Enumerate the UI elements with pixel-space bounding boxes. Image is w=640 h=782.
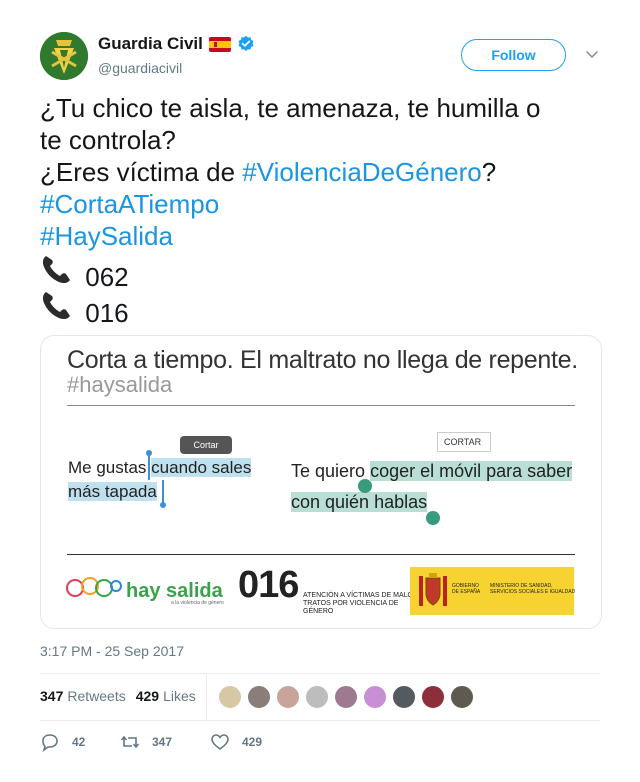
media-number-016: 016 (238, 564, 299, 606)
chevron-down-icon[interactable] (585, 48, 599, 62)
retweet-count: 347 (152, 735, 173, 749)
tweet-header: Guardia Civil @guardiacivil Follow (40, 32, 600, 82)
tweet-media-image[interactable]: Corta a tiempo. El maltrato no llega de … (40, 335, 602, 629)
spain-flag-icon (208, 36, 231, 52)
retweet-icon (120, 735, 140, 749)
telephone-receiver-icon (42, 256, 70, 284)
reply-button[interactable]: 42 (40, 732, 120, 752)
liker-avatar[interactable] (247, 685, 271, 709)
hashtag-hay-salida[interactable]: #HaySalida (40, 221, 173, 251)
reply-icon (42, 734, 58, 752)
tweet-line-5: #HaySalida (40, 220, 600, 252)
display-name[interactable]: Guardia Civil (98, 34, 203, 54)
stats-separator (206, 674, 207, 720)
likes-stat[interactable]: 429 Likes (136, 688, 196, 704)
stats-bottom-divider (40, 720, 600, 721)
spain-coat-of-arms-icon (419, 573, 447, 606)
tweet-timestamp[interactable]: 3:17 PM - 25 Sep 2017 (40, 643, 184, 659)
name-row: Guardia Civil (98, 34, 255, 54)
liker-avatar[interactable] (450, 685, 474, 709)
retweet-button[interactable]: 347 (120, 732, 210, 752)
hay-salida-logo-icon (66, 577, 122, 597)
phone-line-016: 016 (40, 288, 600, 328)
retweets-label: Retweets (67, 688, 126, 704)
heart-icon (211, 734, 229, 751)
like-count: 429 (242, 735, 263, 749)
hashtag-corta-a-tiempo[interactable]: #CortaATiempo (40, 189, 219, 219)
tweet-text: ¿Tu chico te aisla, te amenaza, te humil… (40, 92, 600, 328)
tweet-stats: 347 Retweets 429 Likes (40, 688, 206, 704)
example-1-prefix: Me gustas (68, 458, 152, 477)
reply-count: 42 (72, 735, 86, 749)
media-title: Corta a tiempo. El maltrato no llega de … (67, 346, 578, 374)
retweets-count: 347 (40, 688, 64, 704)
media-cortar-menu: CORTAR (437, 432, 491, 452)
avatar[interactable] (40, 32, 88, 80)
liker-avatar[interactable] (305, 685, 329, 709)
government-text-1: GOBIERNO DE ESPAÑA (452, 583, 481, 595)
liker-avatar[interactable] (363, 685, 387, 709)
hay-salida-sub: a la violencia de género (171, 600, 224, 606)
example-1-highlight-1: cuando sales (151, 458, 252, 477)
likes-label: Likes (163, 688, 196, 704)
guardia-civil-emblem-icon (40, 32, 88, 80)
phone-line-062: 062 (40, 252, 600, 292)
tweet-line-3-prefix: ¿Eres víctima de (40, 157, 243, 187)
selection-handles-icon (358, 479, 440, 525)
media-divider (67, 405, 575, 406)
government-text-2: MINISTERIO DE SANIDAD, SERVICIOS SOCIALE… (490, 583, 576, 595)
media-footer-divider (67, 554, 575, 555)
verified-badge-icon (238, 35, 254, 52)
tweet-line-3-suffix: ? (481, 157, 497, 187)
like-button[interactable]: 429 (210, 732, 262, 752)
tweet-line-3: ¿Eres víctima de #ViolenciaDeGénero? (40, 156, 600, 188)
phone-number-016: 016 (85, 298, 129, 328)
liker-avatar[interactable] (218, 685, 242, 709)
tweet-actions: 42 347 429 (40, 732, 262, 752)
follow-button[interactable]: Follow (461, 39, 566, 71)
media-number-016-desc: ATENCIÓN A VÍCTIMAS DE MALOS TRATOS POR … (303, 592, 418, 615)
telephone-receiver-icon (42, 292, 70, 320)
selection-handles-icon (146, 450, 166, 508)
tweet-line-1: ¿Tu chico te aisla, te amenaza, te humil… (40, 93, 541, 123)
liker-avatar[interactable] (334, 685, 358, 709)
hashtag-violencia-de-genero[interactable]: #ViolenciaDeGénero (242, 157, 481, 187)
user-handle[interactable]: @guardiacivil (98, 60, 182, 76)
liker-avatar[interactable] (276, 685, 300, 709)
tweet-line-4: #CortaATiempo (40, 188, 600, 220)
example-1-highlight-2: más tapada (68, 482, 157, 501)
liker-avatars (218, 685, 479, 709)
retweets-stat[interactable]: 347 Retweets (40, 688, 126, 704)
tweet-line-2: te controla? (40, 125, 176, 155)
media-tooltip-cortar: Cortar (180, 436, 232, 454)
liker-avatar[interactable] (421, 685, 445, 709)
liker-avatar[interactable] (392, 685, 416, 709)
stats-top-divider (40, 673, 600, 674)
media-hashtag: #haysalida (67, 372, 173, 397)
likes-count: 429 (135, 688, 160, 704)
